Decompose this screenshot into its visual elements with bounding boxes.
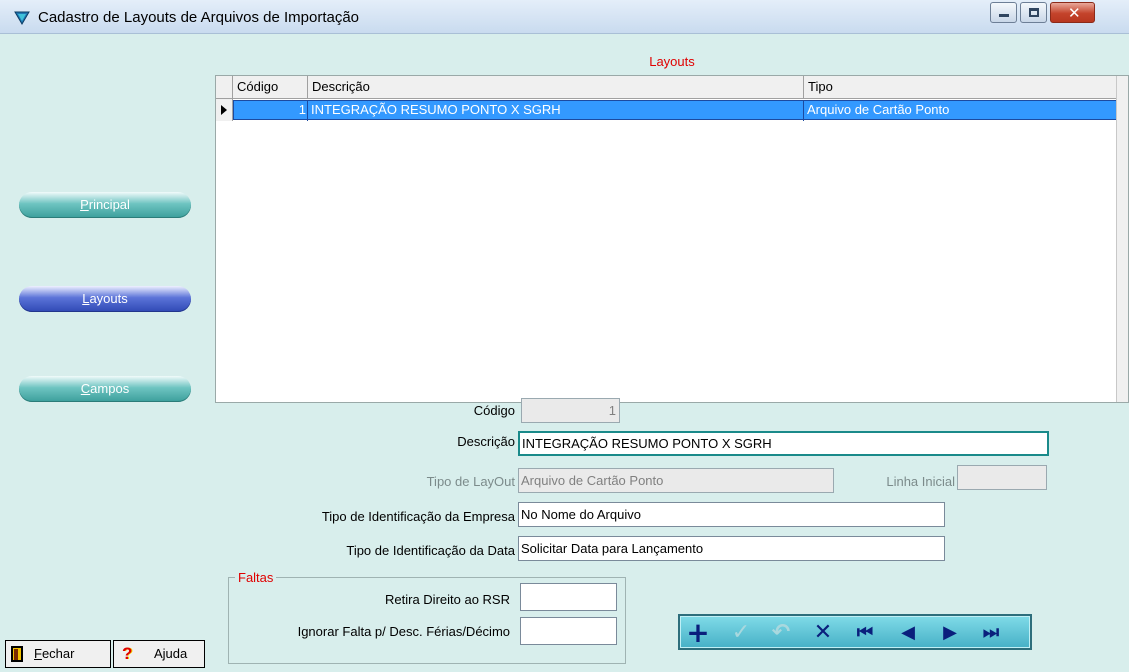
tipo-layout-label: Tipo de LayOut [426,474,515,489]
minimize-icon [999,14,1009,17]
grid-scrollbar[interactable] [1116,76,1128,402]
retira-rsr-label: Retira Direito ao RSR [385,592,510,607]
layouts-grid[interactable]: Código Descrição Tipo 1 INTEGRAÇÃO RESUM… [215,75,1129,403]
app-icon [14,11,30,25]
linha-inicial-label: Linha Inicial [886,474,955,489]
nav-principal-button[interactable]: Principal [19,192,191,218]
codigo-label: Código [473,403,515,418]
nav-principal-label: rincipal [88,197,130,212]
tipo-id-data-label: Tipo de Identificação da Data [346,543,515,558]
close-icon: ✕ [1068,4,1081,22]
grid-header: Código Descrição Tipo [216,76,1128,99]
retira-rsr-field[interactable] [520,583,617,611]
last-icon[interactable]: ⏭ [978,619,1004,647]
plus-icon[interactable]: + [685,619,711,647]
column-header-descricao[interactable]: Descrição [308,76,804,98]
table-row[interactable]: 1 INTEGRAÇÃO RESUMO PONTO X SGRH Arquivo… [216,99,1128,121]
title-bar: Cadastro de Layouts de Arquivos de Impor… [0,0,1129,34]
nav-layouts-label: ayouts [89,291,128,306]
nav-layouts-button[interactable]: Layouts [19,286,191,312]
maximize-button[interactable] [1020,2,1047,23]
fechar-button[interactable]: Fechar [5,640,111,668]
descricao-input[interactable]: INTEGRAÇÃO RESUMO PONTO X SGRH [518,431,1049,456]
row-indicator-icon [216,99,233,121]
tipo-id-data-select[interactable]: Solicitar Data para Lançamento [518,536,945,561]
left-panel: Principal Layouts Campos Fechar ? Ajuda [0,34,215,672]
cell-codigo: 1 [298,102,306,117]
door-icon [11,646,23,662]
record-navigator: + ✓ ↶ ✕ ⏮ ◀ ▶ ⏭ [678,614,1032,650]
tipo-layout-field[interactable]: Arquivo de Cartão Ponto [518,468,834,493]
x-icon[interactable]: ✕ [810,619,836,647]
next-icon[interactable]: ▶ [937,619,963,647]
check-icon[interactable]: ✓ [728,619,754,647]
linha-inicial-field[interactable] [957,465,1047,490]
selected-row[interactable]: 1 INTEGRAÇÃO RESUMO PONTO X SGRH Arquivo… [233,100,1118,121]
nav-principal-key: P [80,197,89,212]
faltas-group-title: Faltas [235,570,277,585]
minimize-button[interactable] [990,2,1017,23]
nav-campos-key: C [80,381,91,396]
prior-icon[interactable]: ◀ [895,619,921,647]
fechar-key: F [34,646,42,661]
ajuda-label: Ajuda [154,646,188,661]
help-icon: ? [122,644,133,663]
maximize-icon [1029,8,1039,17]
layouts-grid-title: Layouts [649,54,695,69]
close-button[interactable]: ✕ [1050,2,1095,23]
ajuda-button[interactable]: ? Ajuda [113,640,205,668]
window-title: Cadastro de Layouts de Arquivos de Impor… [38,9,360,26]
tipo-id-empresa-label: Tipo de Identificação da Empresa [321,509,515,524]
column-header-tipo[interactable]: Tipo [804,76,1120,98]
descricao-label: Descrição [457,434,515,449]
grid-indicator-header [216,76,233,98]
cell-tipo: Arquivo de Cartão Ponto [807,102,950,117]
codigo-field[interactable]: 1 [521,398,620,423]
nav-campos-button[interactable]: Campos [19,376,191,402]
fechar-label: echar [41,646,75,661]
undo-icon[interactable]: ↶ [768,619,794,647]
column-header-codigo[interactable]: Código [233,76,308,98]
tipo-id-empresa-select[interactable]: No Nome do Arquivo [518,502,945,527]
ignorar-falta-label: Ignorar Falta p/ Desc. Férias/Décimo [297,624,510,639]
ignorar-falta-field[interactable] [520,617,617,645]
nav-campos-label: ampos [90,381,130,396]
cell-descricao: INTEGRAÇÃO RESUMO PONTO X SGRH [311,102,561,117]
first-icon[interactable]: ⏮ [852,619,878,647]
content-panel: Layouts Código Descrição Tipo 1 INTEGRAÇ… [215,34,1129,672]
